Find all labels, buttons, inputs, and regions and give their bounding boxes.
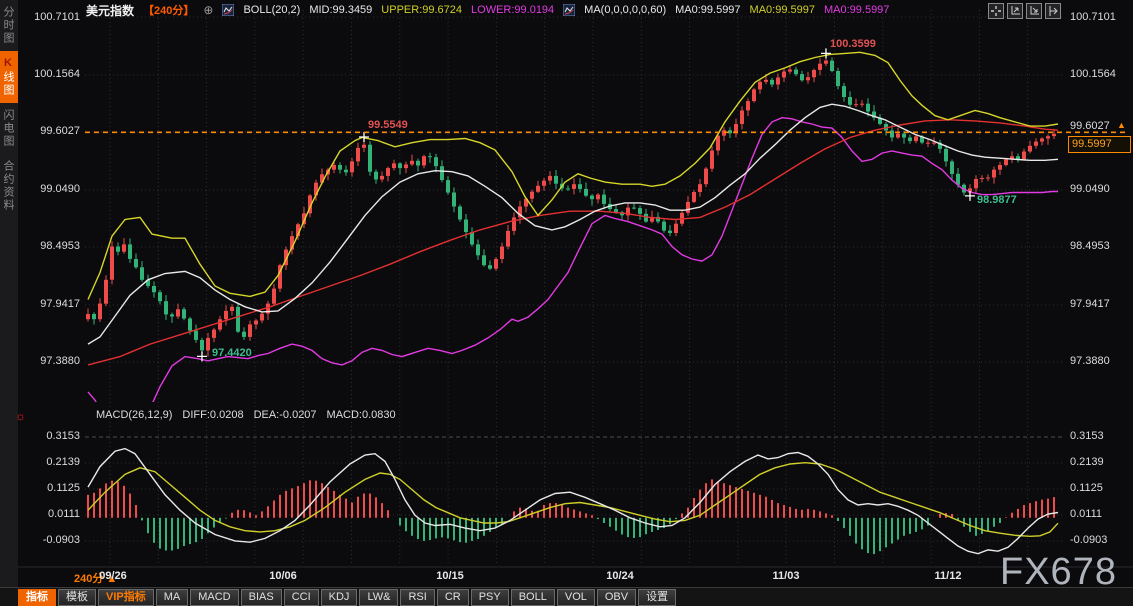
chart-annotation: 97.4420 xyxy=(212,347,252,359)
indicator-toolbar: 指标 模板 VIP指标 MA MACD BIAS CCI KDJ LW& RSI… xyxy=(0,587,1133,606)
y-axis-label: 97.3880 xyxy=(1070,355,1130,367)
alert-blink-icon: ☼ xyxy=(15,409,26,423)
toolbar-button-obv[interactable]: OBV xyxy=(597,589,636,606)
boll-lower-value: LOWER:99.0194 xyxy=(471,4,554,16)
y-axis-label: 100.1564 xyxy=(30,68,80,80)
toolbar-button-settings[interactable]: 设置 xyxy=(638,589,676,606)
y-axis-label: 99.0490 xyxy=(30,183,80,195)
ma-indicator-icon[interactable] xyxy=(563,4,575,16)
x-axis-date: 11/12 xyxy=(935,570,962,582)
fx678-watermark: FX678 xyxy=(1000,551,1117,594)
macd-axis-label: 0.1125 xyxy=(1070,482,1130,494)
toolbar-button-indicator[interactable]: 指标 xyxy=(18,589,56,606)
macd-dea-value: DEA:-0.0207 xyxy=(254,409,317,421)
y-axis-label: 97.3880 xyxy=(30,355,80,367)
x-axis-date: 10/06 xyxy=(269,570,297,582)
toolbar-button-cci[interactable]: CCI xyxy=(284,589,319,606)
y-axis-label: 100.7101 xyxy=(30,11,80,23)
circled-plus-icon[interactable]: ⊕ xyxy=(203,3,213,17)
current-price-badge: 99.5997 xyxy=(1068,136,1131,153)
toolbar-button-cr[interactable]: CR xyxy=(437,589,469,606)
sidebar-item-contract-info[interactable]: 合约资料 xyxy=(0,154,18,218)
macd-axis-label: 0.0111 xyxy=(30,508,80,520)
x-axis-date: 10/24 xyxy=(606,570,634,582)
y-axis-label: 99.0490 xyxy=(1070,183,1130,195)
y-axis-label: 99.6027 xyxy=(30,125,80,137)
macd-axis-label: 0.0111 xyxy=(1070,508,1130,520)
sidebar-item-kline-chart[interactable]: K线图 xyxy=(0,51,18,103)
toolbar-button-kdj[interactable]: KDJ xyxy=(321,589,358,606)
y-axis-label: 100.1564 xyxy=(1070,68,1130,80)
ma-value-white: MA0:99.5997 xyxy=(675,4,740,16)
chart-annotation: 99.5549 xyxy=(368,119,408,131)
chart-annotation: 98.9877 xyxy=(977,194,1017,206)
ma-value-magenta: MA0:99.5997 xyxy=(824,4,889,16)
symbol-name: 美元指数 xyxy=(86,2,134,19)
macd-axis-label: -0.0903 xyxy=(30,534,80,546)
boll-indicator-icon[interactable] xyxy=(222,4,234,16)
boll-label: BOLL(20,2) xyxy=(243,4,300,16)
left-sidebar: 分时图 K线图 闪电图 合约资料 xyxy=(0,0,18,606)
sidebar-item-flash-chart[interactable]: 闪电图 xyxy=(0,103,18,154)
toolbar-button-lwr[interactable]: LW& xyxy=(359,589,398,606)
zoom-in-scale-icon[interactable] xyxy=(1007,3,1023,19)
zoom-out-scale-icon[interactable] xyxy=(1026,3,1042,19)
macd-axis-label: 0.2139 xyxy=(1070,456,1130,468)
macd-axis-label: -0.0903 xyxy=(1070,534,1130,546)
pane-shift-icon[interactable] xyxy=(1045,3,1061,19)
macd-macd-value: MACD:0.0830 xyxy=(327,409,396,421)
toolbar-button-template[interactable]: 模板 xyxy=(58,589,96,606)
y-axis-label: 97.9417 xyxy=(1070,298,1130,310)
toolbar-button-boll[interactable]: BOLL xyxy=(511,589,555,606)
macd-axis-label: 0.3153 xyxy=(1070,430,1130,442)
toolbar-button-bias[interactable]: BIAS xyxy=(241,589,282,606)
macd-params-label: MACD(26,12,9) xyxy=(96,409,172,421)
y-axis-label: 97.9417 xyxy=(30,298,80,310)
toolbar-button-macd[interactable]: MACD xyxy=(190,589,238,606)
trading-app-window: 分时图 K线图 闪电图 合约资料 美元指数 【240分】 ⊕ BOLL(20,2… xyxy=(0,0,1133,606)
x-axis-row: 240分 ▲ 09/26 10/06 10/15 10/24 11/03 11/… xyxy=(0,568,1133,586)
chart-canvas[interactable] xyxy=(0,0,1133,606)
ma-value-yellow: MA0:99.5997 xyxy=(750,4,815,16)
x-axis-date: 10/15 xyxy=(436,570,464,582)
toolbar-button-rsi[interactable]: RSI xyxy=(400,589,434,606)
toolbar-button-psy[interactable]: PSY xyxy=(471,589,509,606)
price-marker-arrow-icon: ▲ xyxy=(1117,120,1126,130)
sidebar-item-timeline-chart[interactable]: 分时图 xyxy=(0,0,18,51)
macd-header: MACD(26,12,9) DIFF:0.0208 DEA:-0.0207 MA… xyxy=(96,409,396,421)
chart-annotation: 100.3599 xyxy=(830,38,876,50)
boll-upper-value: UPPER:99.6724 xyxy=(381,4,462,16)
macd-axis-label: 0.2139 xyxy=(30,456,80,468)
toolbar-button-ma[interactable]: MA xyxy=(156,589,189,606)
x-axis-date: 09/26 xyxy=(99,570,127,582)
y-axis-label: 98.4953 xyxy=(30,240,80,252)
ma-label: MA(0,0,0,0,0,60) xyxy=(584,4,666,16)
toolbar-button-vip-indicator[interactable]: VIP指标 xyxy=(98,589,154,606)
chart-header: 美元指数 【240分】 ⊕ BOLL(20,2) MID:99.3459 UPP… xyxy=(86,2,889,18)
chart-tool-buttons xyxy=(988,3,1061,19)
macd-diff-value: DIFF:0.0208 xyxy=(182,409,243,421)
x-axis-date: 11/03 xyxy=(773,570,800,582)
toolbar-button-vol[interactable]: VOL xyxy=(557,589,595,606)
crosshair-icon[interactable] xyxy=(988,3,1004,19)
period-badge[interactable]: 【240分】 xyxy=(143,2,194,18)
y-axis-label: 98.4953 xyxy=(1070,240,1130,252)
boll-mid-value: MID:99.3459 xyxy=(309,4,372,16)
macd-axis-label: 0.1125 xyxy=(30,482,80,494)
y-axis-label: 100.7101 xyxy=(1070,11,1130,23)
macd-axis-label: 0.3153 xyxy=(30,430,80,442)
